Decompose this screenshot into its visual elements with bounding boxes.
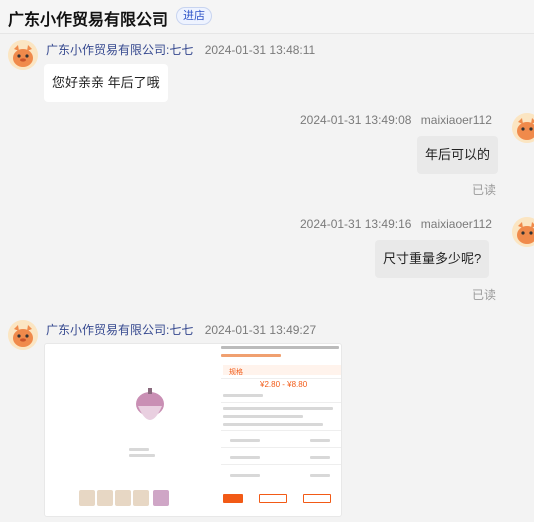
message-meta: 2024-01-31 13:49:16 maixiaoer112 — [300, 217, 492, 231]
message-time: 2024-01-31 13:49:16 — [300, 217, 412, 231]
message-time: 2024-01-31 13:49:08 — [300, 113, 412, 127]
user-avatar[interactable] — [512, 113, 534, 143]
seller-avatar-icon — [8, 40, 38, 70]
message-bubble[interactable]: 年后可以的 — [417, 136, 499, 174]
product-image-icon — [136, 388, 164, 420]
sender-nick[interactable]: 广东小作贸易有限公司:七七 — [46, 43, 193, 57]
read-status: 已读 — [472, 288, 497, 302]
seller-avatar[interactable] — [8, 40, 38, 70]
message-bubble[interactable]: 您好亲亲 年后了哦 — [44, 64, 168, 102]
enter-shop-button[interactable]: 进店 — [176, 7, 212, 25]
thumbnail — [79, 490, 95, 506]
thumbnail — [153, 490, 169, 506]
favorite-button — [303, 494, 331, 503]
message-meta: 2024-01-31 13:49:08 maixiaoer112 — [300, 113, 492, 127]
sender-nick[interactable]: maixiaoer112 — [421, 217, 492, 231]
seller-avatar-icon — [8, 320, 38, 350]
spec-tab: 规格 — [229, 369, 243, 376]
message-bubble[interactable]: 尺寸重量多少呢? — [375, 240, 490, 278]
message-time: 2024-01-31 13:49:27 — [204, 323, 317, 337]
message-meta: 广东小作贸易有限公司:七七 2024-01-31 13:49:27 — [46, 321, 316, 338]
seller-avatar[interactable] — [8, 320, 38, 350]
message-meta: 广东小作贸易有限公司:七七 2024-01-31 13:48:11 — [46, 41, 315, 58]
user-avatar[interactable] — [512, 217, 534, 247]
product-screenshot-image[interactable]: 规格 ¥2.80 - ¥8.80 — [44, 343, 342, 517]
thumbnail — [97, 490, 113, 506]
thumbnail — [115, 490, 131, 506]
shop-name: 广东小作贸易有限公司 — [8, 12, 169, 29]
sender-nick[interactable]: 广东小作贸易有限公司:七七 — [46, 323, 193, 337]
user-avatar-icon — [512, 113, 534, 143]
buy-button — [223, 494, 243, 503]
sender-nick[interactable]: maixiaoer112 — [421, 113, 492, 127]
thumbnail — [133, 490, 149, 506]
read-status: 已读 — [472, 183, 497, 197]
price-range: ¥2.80 - ¥8.80 — [260, 380, 308, 389]
user-avatar-icon — [512, 217, 534, 247]
cart-button — [259, 494, 287, 503]
chat-header: 广东小作贸易有限公司 进店 — [0, 0, 534, 34]
message-time: 2024-01-31 13:48:11 — [204, 43, 316, 57]
